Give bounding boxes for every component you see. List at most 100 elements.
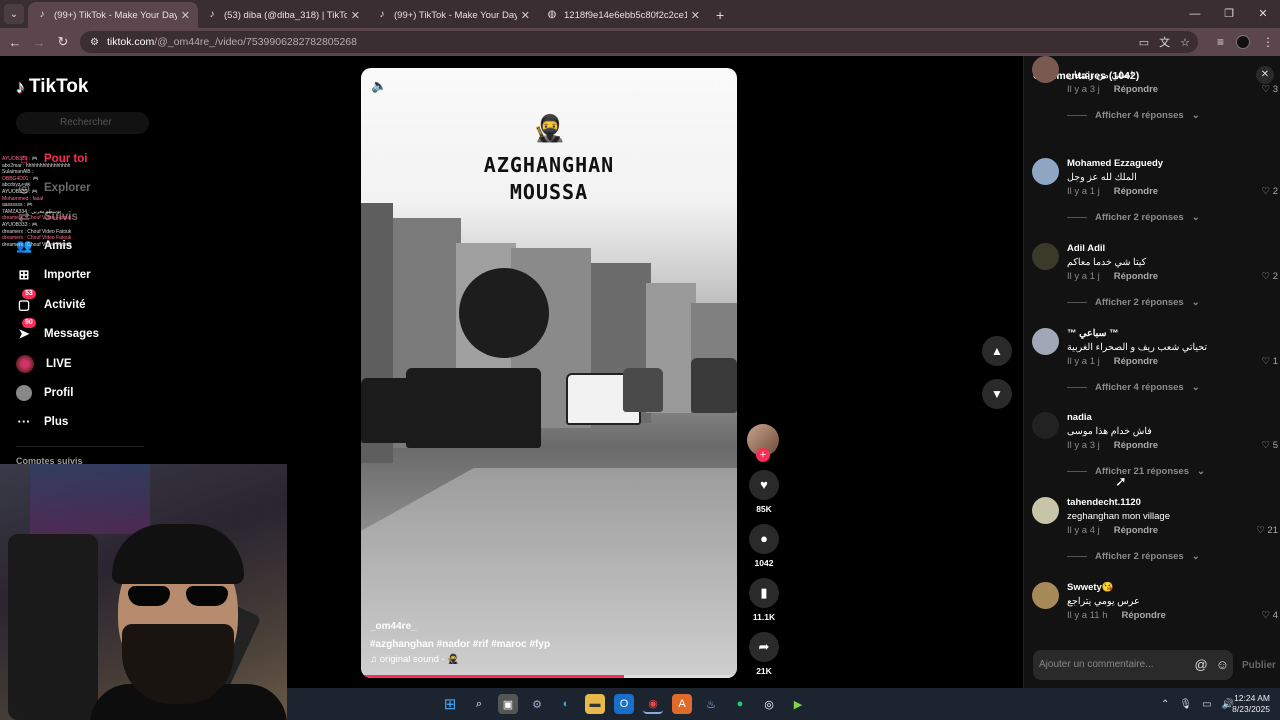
bookmark-star-icon[interactable]: ☆ — [1180, 36, 1190, 49]
tray-expand-icon[interactable]: ⌃ — [1161, 699, 1169, 710]
video-hashtags[interactable]: #azghanghan #nador #rif #maroc #fyp — [370, 639, 550, 650]
tab-search-icon[interactable]: ⌄ — [4, 4, 24, 24]
view-replies-button[interactable]: Afficher 2 réponses ⌄ — [1067, 551, 1200, 562]
commenter-username[interactable]: Swwety😘 — [1067, 582, 1114, 593]
reply-button[interactable]: Répondre — [1114, 525, 1158, 536]
comment-like-button[interactable]: ♡ 2 — [1262, 186, 1278, 197]
steam-icon[interactable]: ♨ — [701, 694, 721, 714]
taskbar-clock[interactable]: 12:24 AM 8/23/2025 — [1232, 693, 1270, 715]
comment-like-button[interactable]: ♡ 3 — [1262, 84, 1278, 95]
more-options-icon[interactable]: ··· — [708, 74, 725, 90]
creative-app-icon[interactable]: A — [672, 694, 692, 714]
outlook-icon[interactable]: O — [614, 694, 634, 714]
commenter-avatar[interactable] — [1032, 243, 1059, 270]
previous-video-button[interactable]: ▲ — [982, 336, 1012, 366]
reply-button[interactable]: Répondre — [1114, 84, 1158, 95]
task-view-icon[interactable]: ▣ — [498, 694, 518, 714]
reply-button[interactable]: Répondre — [1122, 610, 1166, 621]
obs-icon[interactable]: ◎ — [759, 694, 779, 714]
kick-app-icon[interactable]: ▶ — [788, 694, 808, 714]
search-input[interactable]: Rechercher — [16, 112, 149, 134]
commenter-username[interactable]: Adil Adil — [1067, 243, 1105, 254]
comment-button[interactable]: ● 1042 — [747, 524, 781, 568]
reply-button[interactable]: Répondre — [1114, 440, 1158, 451]
view-replies-button[interactable]: Afficher 4 réponses ⌄ — [1067, 110, 1200, 121]
video-author[interactable]: _om44re_ — [370, 621, 417, 632]
spotify-icon[interactable]: ● — [730, 694, 750, 714]
forward-icon[interactable]: → — [27, 35, 51, 50]
comment-like-button[interactable]: ♡ 5 — [1262, 440, 1278, 451]
save-button[interactable]: ▮ 11.1K — [747, 578, 781, 622]
commenter-username[interactable]: ™ سباعي ™ — [1067, 328, 1119, 339]
next-video-button[interactable]: ▼ — [982, 379, 1012, 409]
sidebar-item-plus[interactable]: ··· Plus — [16, 414, 69, 430]
publish-button[interactable]: Publier — [1242, 660, 1276, 671]
commenter-avatar[interactable] — [1032, 412, 1059, 439]
view-replies-button[interactable]: Afficher 21 réponses ⌄ — [1067, 466, 1205, 477]
browser-menu-icon[interactable]: ⋮ — [1262, 35, 1274, 49]
file-explorer-icon[interactable]: ▬ — [585, 694, 605, 714]
sidebar-item-activite[interactable]: ▢ 53 Activité — [16, 289, 86, 313]
site-info-icon[interactable]: ⚙ — [90, 37, 99, 48]
video-player[interactable]: 🔈 ··· 🥷 AZGHANGHAN MOUSSA _om44re_ #azgh… — [361, 68, 737, 678]
view-replies-button[interactable]: Afficher 2 réponses ⌄ — [1067, 212, 1200, 223]
commenter-username[interactable]: Mohamed Ezzaguedy — [1067, 158, 1163, 169]
comment-like-button[interactable]: ♡ 4 — [1262, 610, 1278, 621]
microphone-icon[interactable]: 🎙 — [1179, 699, 1192, 710]
video-progress-bar[interactable] — [361, 675, 737, 678]
commenter-avatar[interactable] — [1032, 56, 1059, 83]
windows-start-icon[interactable]: ⊞ — [440, 694, 460, 714]
volume-icon[interactable]: 🔈 — [371, 78, 387, 94]
commenter-avatar[interactable] — [1032, 158, 1059, 185]
sidebar-item-profil[interactable]: Profil — [16, 385, 73, 401]
commenter-username[interactable]: nadia — [1067, 412, 1092, 423]
commenter-avatar[interactable] — [1032, 582, 1059, 609]
close-icon[interactable]: ✕ — [691, 9, 700, 22]
new-tab-button[interactable]: + — [716, 7, 724, 23]
commenter-avatar[interactable] — [1032, 497, 1059, 524]
url-bar[interactable]: ⚙ tiktok.com/@_om44re_/video/75399062827… — [80, 31, 1198, 53]
mention-icon[interactable]: @ — [1195, 650, 1208, 680]
sidebar-item-importer[interactable]: ⊞ Importer — [16, 267, 91, 283]
reply-button[interactable]: Répondre — [1114, 356, 1158, 367]
restore-icon[interactable]: ❐ — [1212, 0, 1246, 28]
search-icon[interactable]: ⌕ — [469, 694, 489, 714]
view-replies-button[interactable]: Afficher 4 réponses ⌄ — [1067, 382, 1200, 393]
reply-button[interactable]: Répondre — [1114, 271, 1158, 282]
view-replies-button[interactable]: Afficher 2 réponses ⌄ — [1067, 297, 1200, 308]
close-icon[interactable]: ✕ — [181, 9, 190, 22]
media-controls-icon[interactable]: ≡ — [1217, 35, 1224, 49]
sidebar-item-live[interactable]: LIVE — [16, 355, 72, 373]
browser-profile-avatar[interactable] — [1236, 35, 1250, 49]
emoji-icon[interactable]: ☺ — [1216, 650, 1229, 680]
like-button[interactable]: ♥ 85K — [747, 470, 781, 514]
comment-like-button[interactable]: ♡ 21 — [1256, 525, 1278, 536]
translate-icon[interactable]: 文 — [1159, 34, 1170, 50]
network-icon[interactable]: ▭ — [1202, 699, 1211, 710]
commenter-avatar[interactable] — [1032, 328, 1059, 355]
browser-tab[interactable]: ♪ (53) diba (@diba_318) | TikTok ✕ — [198, 2, 368, 28]
close-comments-button[interactable]: ✕ — [1256, 66, 1274, 84]
follow-plus-icon[interactable]: + — [756, 448, 770, 462]
cast-icon[interactable]: ▭ — [1139, 36, 1149, 49]
close-window-icon[interactable]: ✕ — [1246, 0, 1280, 28]
browser-tab[interactable]: ♪ (99+) TikTok - Make Your Day ✕ — [368, 2, 538, 28]
tiktok-logo[interactable]: ♪ TikTok — [16, 76, 88, 98]
reload-icon[interactable]: ↻ — [51, 34, 75, 50]
comment-like-button[interactable]: ♡ 1 — [1262, 356, 1278, 367]
share-button[interactable]: ➦ 21K — [747, 632, 781, 676]
settings-gear-icon[interactable]: ⚙ — [527, 694, 547, 714]
close-icon[interactable]: ✕ — [351, 9, 360, 22]
edge-browser-icon[interactable]: ◐ — [556, 694, 576, 714]
browser-tab[interactable]: ♪ (99+) TikTok - Make Your Day ✕ — [28, 2, 198, 28]
reply-button[interactable]: Répondre — [1114, 186, 1158, 197]
comment-input[interactable]: Ajouter un commentaire... @ ☺ — [1033, 650, 1233, 680]
browser-tab[interactable]: ◍ 1218f9e14e6ebb5c80f2c2ce17… ✕ — [538, 2, 708, 28]
close-icon[interactable]: ✕ — [521, 9, 530, 22]
back-icon[interactable]: ← — [3, 35, 27, 50]
sidebar-item-messages[interactable]: ➤ 90 Messages — [16, 318, 99, 342]
video-sound[interactable]: ♫ original sound - 🥷 — [370, 654, 459, 665]
commenter-username[interactable]: tahendecht.1120 — [1067, 497, 1141, 508]
chrome-icon[interactable]: ◉ — [643, 694, 663, 714]
comment-like-button[interactable]: ♡ 2 — [1262, 271, 1278, 282]
